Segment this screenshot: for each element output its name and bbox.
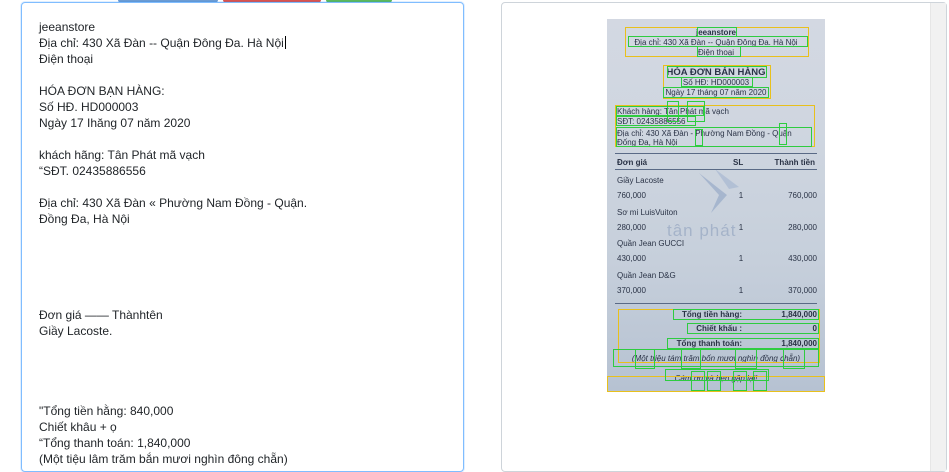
receipt-item-name: Giầy Lacoste: [617, 176, 664, 185]
receipt-customer-phone: SĐT: 02435886556: [617, 117, 686, 126]
ocr-text-line: HÓA ĐƠN BẠN HÀNG:: [39, 84, 165, 98]
receipt-divider: [615, 153, 817, 154]
receipt-customer-address: Địa chỉ: 430 Xã Đàn - Phường Nam Đồng - …: [617, 129, 792, 138]
receipt-customer-address-2: Đống Đa, Hà Nội: [617, 138, 678, 147]
receipt-discount-label: Chiết khấu :: [696, 324, 742, 333]
receipt-date: Ngày 17 tháng 07 năm 2020: [665, 88, 767, 97]
ocr-text-editor[interactable]: jeeanstore Địa chỉ: 430 Xã Đàn -- Quận Đô…: [21, 2, 464, 472]
watermark-text: tân phát: [667, 221, 737, 240]
receipt-subtotal-label: Tổng tiền hàng:: [682, 310, 742, 319]
receipt-customer: Khách hàng: Tân Phát mã vạch: [617, 107, 729, 116]
receipt-thanks: Cám ơn và hẹn gặp lại!: [674, 374, 758, 383]
receipt-grand-label: Tổng thanh toán:: [676, 339, 742, 348]
receipt-item-price: 430,000: [617, 254, 646, 263]
receipt-item-price: 760,000: [617, 191, 646, 200]
receipt-col-price: Đơn giá: [617, 158, 648, 167]
ocr-text-line: "Tổng tiền hằng: 840,000: [39, 404, 174, 418]
receipt-item-name: Sơ mi LuisVuiton: [617, 207, 678, 217]
receipt-discount: 0: [812, 324, 817, 333]
ocr-text-line: Giầy Lacoste.: [39, 324, 113, 338]
ocr-text-line: “SĐT. 02435886556: [39, 164, 146, 178]
ocr-text-line: Đồng Đa, Hà Nội: [39, 212, 130, 226]
receipt-divider: [615, 303, 817, 304]
ocr-text-line: Chiết khâu + ọ: [39, 420, 117, 434]
receipt-grand: 1,840,000: [781, 339, 817, 348]
preview-scrollbar[interactable]: [930, 3, 946, 471]
receipt-image: tân phát jeeanstore Địa chỉ: 430 Xã Đàn …: [607, 19, 825, 392]
receipt-item-total: 370,000: [788, 285, 817, 295]
text-caret: [284, 36, 286, 49]
ocr-text-line: Số HĐ. HD000003: [39, 100, 139, 114]
receipt-invoice-no: Số HĐ: HD000003: [682, 78, 750, 87]
receipt-in-words: (Một triệu tám trăm bốn mươi nghìn đồng …: [631, 354, 801, 363]
ocr-text-line: Đơn giá —— Thànhtên: [39, 308, 163, 322]
ocr-text-line: (Một tiệu lâm trăm bắn mươi nghìn đông c…: [39, 452, 288, 466]
ocr-text-line: jeeanstore: [39, 20, 96, 34]
ocr-text-line: Địa chỉ: 430 Xã Đàn « Phường Nam Đồng - …: [39, 196, 308, 210]
ocr-text-line: khách hãng: Tân Phát mã vạch: [39, 148, 205, 162]
ocr-text-line: Ngày 17 Ihăng 07 năm 2020: [39, 116, 191, 130]
receipt-item-name: Quần Jean GUCCI: [617, 239, 685, 248]
receipt-item-total: 760,000: [788, 191, 817, 200]
receipt-col-total: Thành tiền: [774, 158, 815, 167]
receipt-item-price: 370,000: [617, 285, 646, 295]
receipt-item-total: 280,000: [788, 222, 817, 232]
receipt-divider: [615, 169, 817, 170]
receipt-phone: Điện thoại: [697, 48, 735, 57]
receipt-item-price: 280,000: [617, 222, 646, 232]
receipt-preview-panel: tân phát jeeanstore Địa chỉ: 430 Xã Đàn …: [501, 2, 947, 472]
receipt-address: Địa chỉ: 430 Xã Đàn -- Quận Đông Đa. Hà …: [634, 38, 798, 47]
receipt-item-total: 430,000: [788, 254, 817, 263]
receipt-item-name: Quần Jean D&G: [617, 270, 676, 280]
receipt-subtotal: 1,840,000: [781, 310, 817, 319]
receipt-store: jeeanstore: [695, 28, 737, 37]
receipt-title: HÓA ĐƠN BÁN HÀNG: [666, 67, 766, 78]
ocr-text-line: Địa chỉ: 430 Xã Đàn -- Quận Đông Đa. Hà …: [39, 36, 286, 50]
ocr-text-line: “Tổng thanh toán: 1,840,000: [39, 436, 191, 450]
ocr-text-line: Điện thoại: [39, 52, 94, 66]
